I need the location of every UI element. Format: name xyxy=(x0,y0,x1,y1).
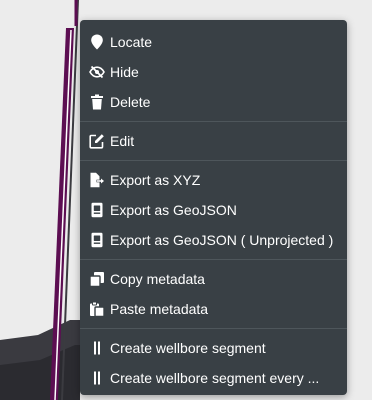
menu-item-delete[interactable]: Delete xyxy=(80,87,347,117)
menu-item-create-wellbore-segment[interactable]: Create wellbore segment xyxy=(80,333,347,363)
menu-item-label: Create wellbore segment xyxy=(110,340,266,356)
menu-item-create-wellbore-segment-every[interactable]: Create wellbore segment every ... xyxy=(80,363,347,393)
menu-separator xyxy=(80,259,347,260)
menu-item-label: Edit xyxy=(110,133,135,149)
menu-item-hide[interactable]: Hide xyxy=(80,57,347,87)
menu-item-label: Copy metadata xyxy=(110,271,205,287)
menu-item-label: Hide xyxy=(110,64,139,80)
menu-separator xyxy=(80,160,347,161)
menu-item-locate[interactable]: Locate xyxy=(80,27,347,57)
eye-slash-icon xyxy=(89,64,105,80)
menu-item-export-as-geojson-unprojected[interactable]: Export as GeoJSON ( Unprojected ) xyxy=(80,225,347,255)
menu-item-label: Delete xyxy=(110,94,151,110)
copy-icon xyxy=(89,271,105,287)
trash-icon xyxy=(89,94,105,110)
menu-item-label: Export as GeoJSON ( Unprojected ) xyxy=(110,232,334,248)
menu-item-copy-metadata[interactable]: Copy metadata xyxy=(80,264,347,294)
menu-item-label: Paste metadata xyxy=(110,301,209,317)
menu-separator xyxy=(80,328,347,329)
segment-bars-icon xyxy=(89,370,105,386)
menu-separator xyxy=(80,121,347,122)
menu-item-label: Export as GeoJSON xyxy=(110,202,237,218)
menu-item-export-as-xyz[interactable]: Export as XYZ xyxy=(80,165,347,195)
file-export-icon xyxy=(89,172,105,188)
location-pin-icon xyxy=(89,34,105,50)
file-geojson-icon xyxy=(89,202,105,218)
segment-bars-icon xyxy=(89,340,105,356)
menu-item-label: Locate xyxy=(110,34,153,50)
edit-icon xyxy=(89,133,105,149)
file-geojson-icon xyxy=(89,232,105,248)
menu-item-edit[interactable]: Edit xyxy=(80,126,347,156)
context-menu: Locate Hide Delete Edit Export as XYZ Export … xyxy=(80,20,347,395)
menu-item-export-as-geojson[interactable]: Export as GeoJSON xyxy=(80,195,347,225)
paste-icon xyxy=(89,301,105,317)
menu-item-label: Create wellbore segment every ... xyxy=(110,370,320,386)
menu-item-label: Export as XYZ xyxy=(110,172,201,188)
menu-item-paste-metadata[interactable]: Paste metadata xyxy=(80,294,347,324)
